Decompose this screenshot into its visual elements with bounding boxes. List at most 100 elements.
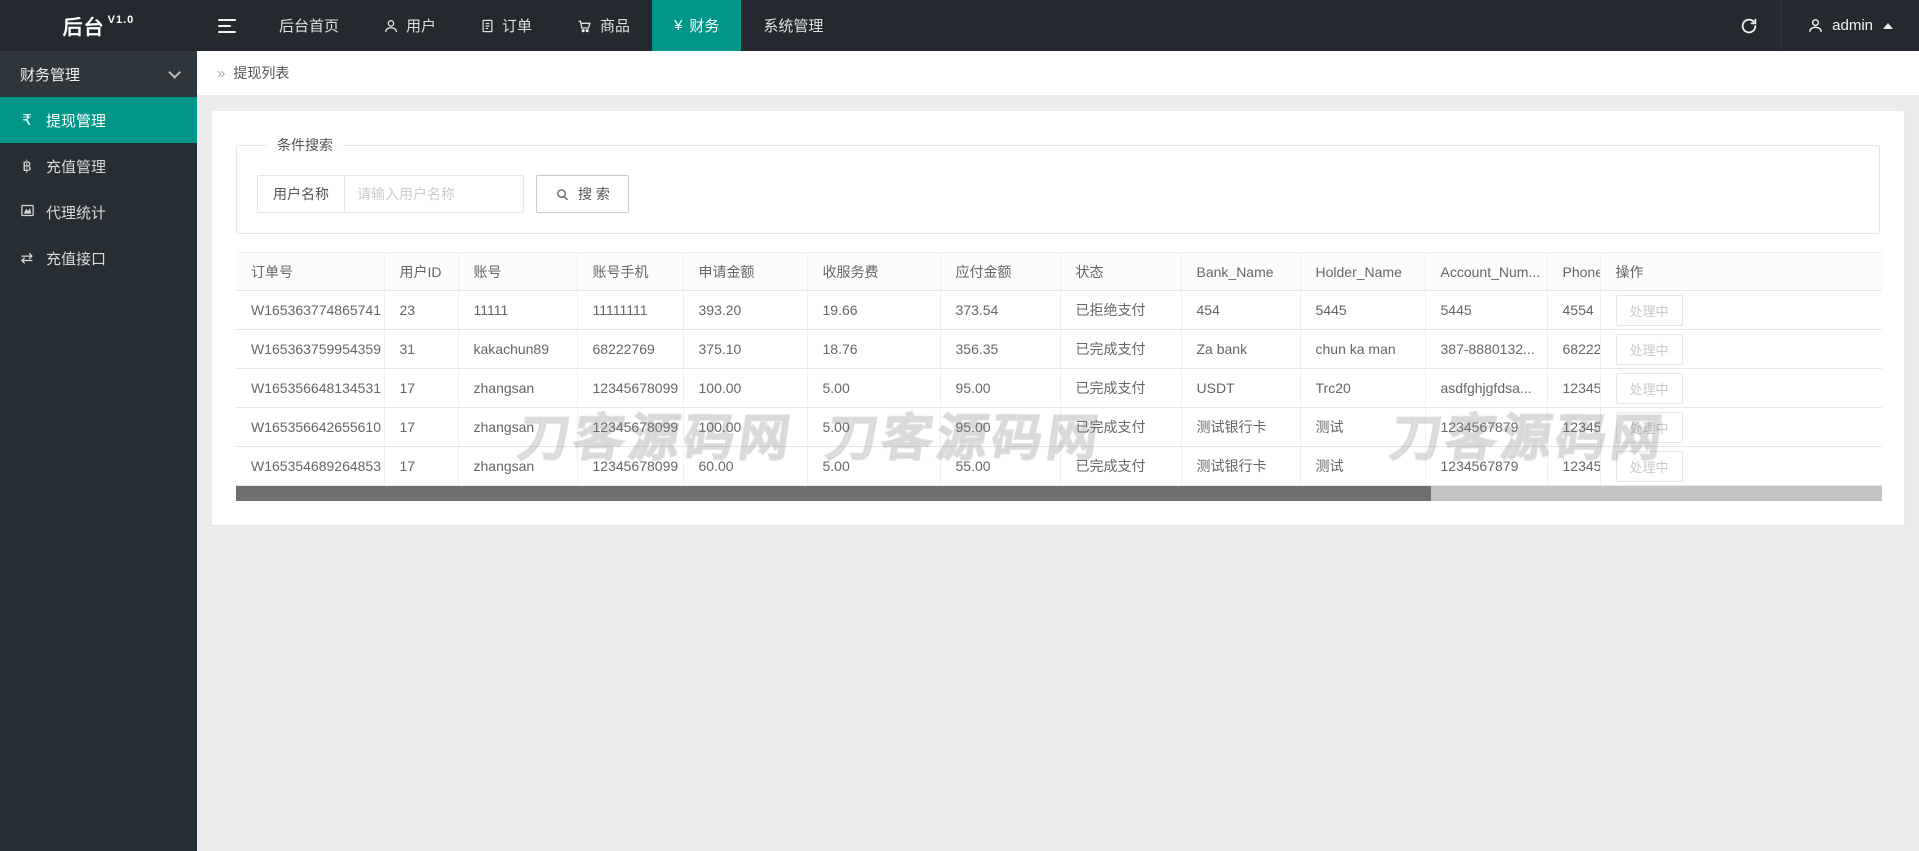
nav-item-3[interactable]: 订单 [458, 0, 554, 51]
table-cell: 393.20 [683, 290, 808, 330]
sidebar-item-4[interactable]: ⇄ 充值接口 [0, 235, 197, 281]
table-cell: kakachun89 [458, 329, 578, 369]
table-cell: 1234567 [1547, 446, 1601, 486]
sidebar-item-label: 充值接口 [46, 250, 107, 268]
sidebar-menu: ₹ 提现管理 ฿ 充值管理代理统计 ⇄ 充值接口 [0, 97, 197, 281]
sidebar-item-label: 提现管理 [46, 112, 107, 130]
table-cell: 23 [384, 290, 459, 330]
table-cell: 17 [384, 407, 459, 447]
breadcrumb-separator-icon: » [217, 64, 226, 82]
column-header: Account_Num... [1425, 252, 1548, 291]
table-cell: 4554 [1547, 290, 1601, 330]
withdraw-table-wrap: 订单号 用户ID 账号 账号手机 申请金额 收服务费 应付金额 状态 Bank_Name Hold… [236, 252, 1882, 501]
user-dropdown[interactable]: admin [1780, 0, 1919, 51]
scrollbar-thumb[interactable] [236, 486, 1431, 501]
column-header: 账号手机 [577, 252, 684, 291]
nav-item-4[interactable]: 商品 [554, 0, 652, 51]
table-cell: 5445 [1300, 290, 1426, 330]
table-cell: 19.66 [807, 290, 941, 330]
table-cell: 12345678099 [577, 368, 684, 408]
table-cell: W165356648134531 [236, 368, 385, 408]
top-navbar: 后台 V1.0 后台首页 用户 订单 商品 ¥ 财务 系统管理 admin [0, 0, 1919, 51]
main-area: » 提现列表 条件搜索 用户名称 搜 索 [197, 51, 1919, 851]
swap-icon: ⇄ [20, 249, 34, 267]
horizontal-scrollbar[interactable] [236, 486, 1882, 501]
table-cell: 11111111 [577, 290, 684, 330]
chevron-down-icon [168, 65, 181, 79]
column-header: 订单号 [236, 252, 385, 291]
operation-cell: 处理中 [1599, 368, 1882, 408]
refresh-icon[interactable] [1718, 0, 1780, 51]
column-header: 账号 [458, 252, 578, 291]
table-row: W165356648134531 17 zhangsan 12345678099 100… [236, 368, 1882, 408]
nav-item-6[interactable]: 系统管理 [741, 0, 845, 51]
nav-item-1[interactable]: 后台首页 [257, 0, 361, 51]
column-header: Phone_N [1547, 252, 1601, 291]
column-header: 用户ID [384, 252, 459, 291]
table-cell: Za bank [1181, 329, 1301, 369]
status-cell: 已拒绝支付 [1060, 290, 1182, 330]
operation-cell: 处理中 [1599, 407, 1882, 447]
nav-item-label: 后台首页 [279, 18, 340, 35]
table-cell: 1234567879 [1425, 407, 1548, 447]
table-cell: chun ka man [1300, 329, 1426, 369]
operation-cell: 处理中 [1599, 446, 1882, 486]
table-cell: 100.00 [683, 368, 808, 408]
page-title: 提现列表 [233, 65, 290, 81]
processing-button[interactable]: 处理中 [1615, 372, 1683, 404]
table-cell: 375.10 [683, 329, 808, 369]
processing-button[interactable]: 处理中 [1615, 294, 1683, 326]
sidebar-item-label: 代理统计 [46, 204, 107, 222]
processing-button[interactable]: 处理中 [1615, 411, 1683, 443]
table-row: W165354689264853 17 zhangsan 12345678099 60.… [236, 446, 1882, 486]
table-header-row: 订单号 用户ID 账号 账号手机 申请金额 收服务费 应付金额 状态 Bank_Name Hold… [236, 252, 1882, 291]
column-header: 收服务费 [807, 252, 941, 291]
btc-icon: ฿ [22, 157, 32, 175]
table-cell: 5.00 [807, 368, 941, 408]
menu-toggle-icon[interactable] [197, 0, 257, 51]
processing-button[interactable]: 处理中 [1615, 450, 1683, 482]
column-header: Holder_Name [1300, 252, 1426, 291]
table-cell: 12345678099 [577, 446, 684, 486]
sidebar-item-3[interactable]: 代理统计 [0, 189, 197, 235]
sidebar-group-label: 财务管理 [20, 66, 81, 84]
username-input[interactable] [344, 175, 524, 213]
table-cell: 1234567879 [1425, 446, 1548, 486]
nav-item-5[interactable]: ¥ 财务 [652, 0, 742, 51]
table-cell: asdfghjgfdsa... [1425, 368, 1548, 408]
table-cell: 356.35 [940, 329, 1061, 369]
search-icon [557, 188, 568, 200]
rupee-icon: ₹ [22, 111, 32, 129]
table-cell: 测试 [1300, 407, 1426, 447]
sidebar-item-1[interactable]: ₹ 提现管理 [0, 97, 197, 143]
search-button[interactable]: 搜 索 [536, 175, 629, 213]
sidebar-group-finance[interactable]: 财务管理 [0, 51, 197, 97]
sidebar-item-2[interactable]: ฿ 充值管理 [0, 143, 197, 189]
table-cell: USDT [1181, 368, 1301, 408]
table-cell: W165363759954359 [236, 329, 385, 369]
cart-icon [576, 18, 593, 34]
table-cell: W165363774865741 [236, 290, 385, 330]
table-row: W165363774865741 23 11111 11111111 393.20 19.… [236, 290, 1882, 330]
table-cell: 18.76 [807, 329, 941, 369]
nav-item-2[interactable]: 用户 [361, 0, 458, 51]
nav-item-label: 订单 [502, 18, 533, 35]
table-cell: 68222769 [577, 329, 684, 369]
table-cell: 17 [384, 446, 459, 486]
content: 条件搜索 用户名称 搜 索 订单号用户ID账号账号手机申请金额收服务费应付金额状… [197, 96, 1919, 540]
breadcrumb: » 提现列表 [197, 51, 1919, 96]
caret-up-icon [1883, 22, 1893, 29]
app-logo: 后台 V1.0 [0, 0, 197, 51]
table-cell: 12345678 [1547, 368, 1601, 408]
nav-item-label: 商品 [600, 18, 631, 35]
status-cell: 已完成支付 [1060, 446, 1182, 486]
table-cell: 12345678099 [577, 407, 684, 447]
column-header: Bank_Name [1181, 252, 1301, 291]
table-cell: zhangsan [458, 407, 578, 447]
table-cell: 373.54 [940, 290, 1061, 330]
table-cell: 387-8880132... [1425, 329, 1548, 369]
sidebar-item-label: 充值管理 [46, 158, 107, 176]
nav-item-label: 系统管理 [763, 18, 824, 35]
table-cell: 454 [1181, 290, 1301, 330]
processing-button[interactable]: 处理中 [1615, 333, 1683, 365]
